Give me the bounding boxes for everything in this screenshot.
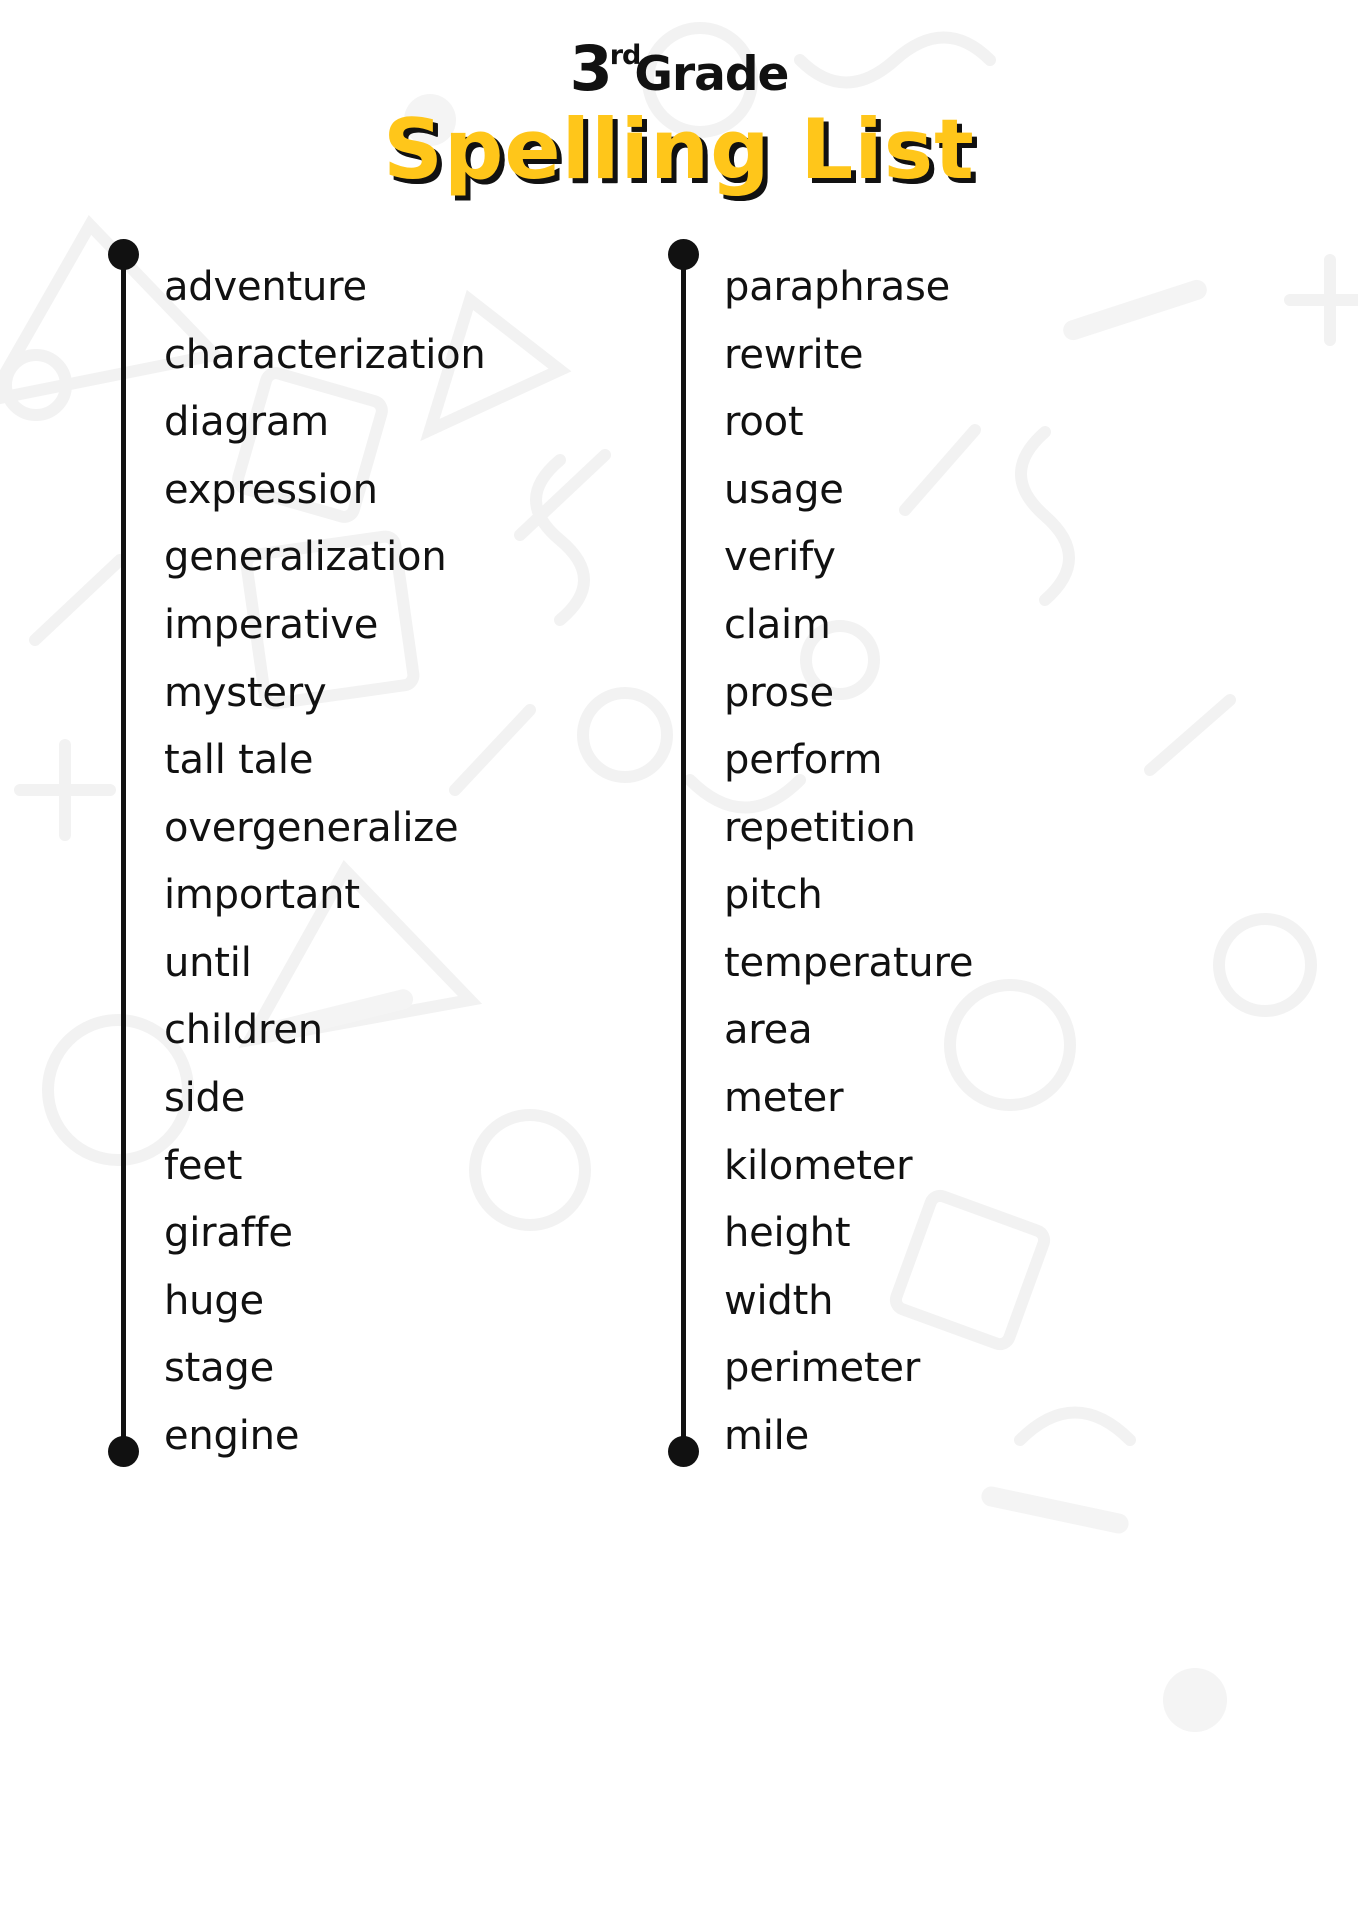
list-item: usage xyxy=(724,466,844,513)
grade-word: Grade xyxy=(634,47,789,102)
list-item: giraffe xyxy=(164,1210,293,1257)
grade-heading: 3rdGrade xyxy=(570,38,790,102)
rule-bottom-dot-right xyxy=(668,1436,699,1468)
list-item: root xyxy=(724,399,804,446)
list-item: huge xyxy=(164,1277,264,1324)
spelling-list-page: 3rdGrade Spelling List adventure charact… xyxy=(0,0,1358,1920)
list-item: mystery xyxy=(164,669,327,716)
right-column: paraphrase rewrite root usage verify cla… xyxy=(668,239,1228,1470)
rule-bar-left xyxy=(121,253,126,1459)
list-item: mile xyxy=(724,1413,810,1460)
list-item: prose xyxy=(724,669,834,716)
list-item: pitch xyxy=(724,872,823,919)
list-item: width xyxy=(724,1277,834,1324)
rule-bottom-dot-left xyxy=(108,1436,139,1468)
list-item: rewrite xyxy=(724,331,864,378)
list-item: adventure xyxy=(164,263,367,310)
list-item: expression xyxy=(164,466,378,513)
page-header: 3rdGrade Spelling List xyxy=(0,0,1358,198)
list-item: kilometer xyxy=(724,1142,913,1189)
list-item: perform xyxy=(724,737,883,784)
list-item: side xyxy=(164,1075,246,1122)
list-item: area xyxy=(724,1007,813,1054)
rule-bar-right xyxy=(681,253,686,1459)
list-item: diagram xyxy=(164,399,329,446)
list-item: overgeneralize xyxy=(164,804,459,851)
page-title: Spelling List xyxy=(383,101,975,198)
list-item: tall tale xyxy=(164,737,314,784)
list-item: until xyxy=(164,939,252,986)
right-column-rule xyxy=(668,239,699,1468)
list-item: verify xyxy=(724,534,836,581)
grade-ordinal-suffix: rd xyxy=(609,39,642,71)
list-item: height xyxy=(724,1210,851,1257)
grade-number: 3 xyxy=(569,32,613,105)
list-item: repetition xyxy=(724,804,916,851)
list-item: claim xyxy=(724,601,831,648)
list-item: stage xyxy=(164,1345,275,1392)
list-item: feet xyxy=(164,1142,243,1189)
list-item: important xyxy=(164,872,360,919)
left-column: adventure characterization diagram expre… xyxy=(108,239,668,1470)
list-item: generalization xyxy=(164,534,447,581)
list-item: imperative xyxy=(164,601,379,648)
list-item: meter xyxy=(724,1075,844,1122)
right-word-list: paraphrase rewrite root usage verify cla… xyxy=(698,239,973,1470)
word-columns: adventure characterization diagram expre… xyxy=(0,239,1358,1470)
list-item: temperature xyxy=(724,939,974,986)
left-word-list: adventure characterization diagram expre… xyxy=(138,239,486,1470)
list-item: engine xyxy=(164,1413,300,1460)
list-item: children xyxy=(164,1007,323,1054)
list-item: paraphrase xyxy=(724,263,951,310)
list-item: perimeter xyxy=(724,1345,921,1392)
list-item: characterization xyxy=(164,331,486,378)
left-column-rule xyxy=(108,239,139,1468)
